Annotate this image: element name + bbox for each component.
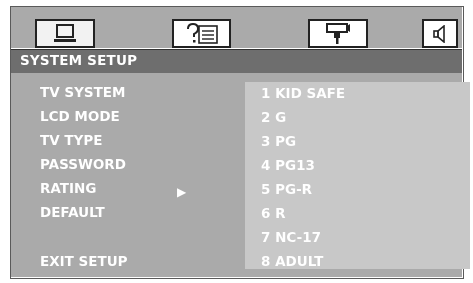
menu-item-lcd-mode[interactable]: LCD MODE (40, 109, 120, 125)
setup-menu: TV SYSTEM LCD MODE TV TYPE PASSWORD RATI… (11, 73, 241, 277)
speaker-icon (433, 24, 445, 43)
tab-video-setup[interactable] (308, 19, 368, 48)
setup-body: TV SYSTEM LCD MODE TV TYPE PASSWORD RATI… (11, 73, 470, 277)
tab-language-setup[interactable] (172, 19, 231, 48)
rating-option[interactable]: 3 PG (261, 134, 296, 150)
rating-option[interactable]: 6 R (261, 206, 286, 222)
menu-item-exit-setup[interactable]: EXIT SETUP (40, 254, 128, 270)
selected-arrow-icon: ▶ (177, 185, 187, 199)
menu-item-default[interactable]: DEFAULT (40, 205, 105, 221)
title-band: SYSTEM SETUP (11, 49, 462, 73)
menu-item-password[interactable]: PASSWORD (40, 157, 126, 173)
rating-options-panel: 1 KID SAFE 2 G 3 PG 4 PG13 5 PG-R 6 R 7 … (245, 82, 470, 270)
rating-option[interactable]: 8 ADULT (261, 254, 323, 270)
menu-item-tv-type[interactable]: TV TYPE (40, 133, 102, 149)
question-text-icon (186, 22, 218, 44)
menu-item-rating[interactable]: RATING (40, 181, 96, 197)
tab-general-setup[interactable] (35, 19, 95, 48)
rating-option[interactable]: 2 G (261, 110, 286, 126)
rating-option[interactable]: 7 NC-17 (261, 230, 321, 246)
icon-tab-bar (11, 7, 462, 48)
camera-icon (326, 22, 350, 44)
rating-option[interactable]: 1 KID SAFE (261, 86, 345, 102)
monitor-icon (54, 23, 76, 42)
rating-option[interactable]: 4 PG13 (261, 158, 315, 174)
tab-audio-setup[interactable] (422, 19, 458, 48)
page-title: SYSTEM SETUP (20, 53, 138, 69)
menu-item-tv-system[interactable]: TV SYSTEM (40, 85, 125, 101)
rating-option[interactable]: 5 PG-R (261, 182, 312, 198)
